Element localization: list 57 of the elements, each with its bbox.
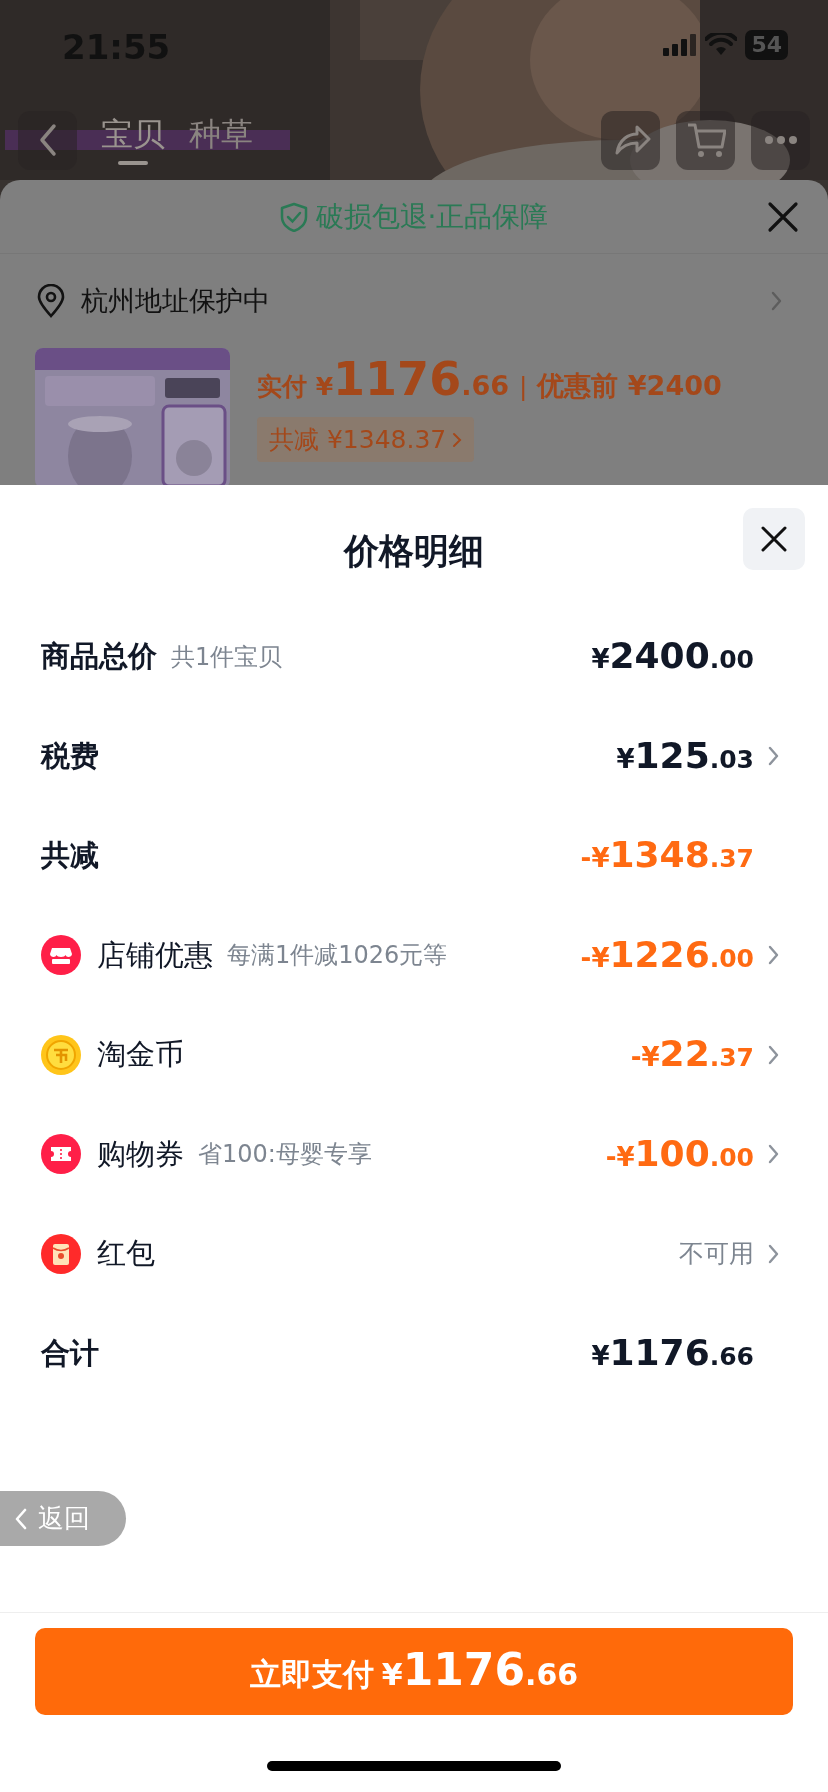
envelope-icon [41, 1233, 81, 1274]
original-price: 优惠前 ¥2400 [537, 369, 722, 403]
signal-icon [663, 34, 698, 56]
amount-text: -¥22.37 [630, 1032, 754, 1077]
battery-indicator: 54 [745, 30, 788, 60]
nav-tab[interactable]: 宝贝 [93, 114, 173, 166]
chevron-right-icon[interactable] [768, 746, 780, 767]
row-label: 商品总价 [41, 638, 157, 675]
back-button[interactable]: 返回 [0, 1491, 126, 1546]
chevron-right-icon[interactable] [768, 1144, 780, 1165]
row-label: 淘金币 [97, 1036, 184, 1073]
row-note: 共1件宝贝 [171, 641, 283, 673]
more-icon [764, 136, 797, 144]
chevron-right-icon[interactable] [768, 1243, 780, 1264]
amount-text: -¥1226.00 [580, 932, 754, 977]
row-label: 购物券 [97, 1135, 184, 1173]
back-icon [37, 123, 58, 157]
row-label: 税费 [41, 737, 99, 775]
back-button[interactable] [18, 110, 77, 170]
amount-text: -¥1348.37 [580, 833, 754, 878]
more-button[interactable] [751, 110, 810, 170]
close-button[interactable] [743, 508, 805, 570]
cart-button[interactable] [676, 110, 735, 170]
row-note: 省100:母婴专享 [198, 1139, 372, 1171]
address-text: 杭州地址保护中 [81, 283, 270, 318]
coin-icon [41, 1034, 81, 1075]
row-label: 合计 [41, 1334, 99, 1372]
paid-price: 实付 ¥1176.66 [257, 354, 509, 407]
share-button[interactable] [601, 110, 660, 170]
ticket-icon [41, 1134, 81, 1175]
wifi-icon [705, 33, 738, 57]
amount-text: ¥2400.00 [591, 634, 754, 679]
separator-text: | [519, 371, 528, 403]
close-icon [766, 200, 800, 234]
row-label: 共减 [41, 837, 99, 874]
chevron-right-icon[interactable] [768, 1044, 780, 1065]
back-icon [14, 1506, 28, 1531]
row-label: 店铺优惠 [97, 936, 213, 974]
guarantee-text: 破损包退·正品保障 [315, 198, 549, 235]
pay-button[interactable]: 立即支付 ¥1176.66 [35, 1628, 793, 1715]
chevron-right-icon[interactable] [768, 945, 780, 966]
chevron-right-icon [771, 291, 783, 311]
amount-text: ¥125.03 [616, 733, 754, 778]
address-row[interactable]: 杭州地址保护中 [0, 254, 828, 348]
cart-icon [685, 121, 726, 159]
shield-icon [279, 201, 308, 232]
row-note: 每满1件减1026元等 [227, 940, 448, 972]
sheet-title: 价格明细 [344, 530, 484, 573]
status-text: 不可用 [679, 1239, 754, 1268]
chevron-right-icon [452, 431, 463, 448]
nav-tab[interactable]: 种草 [181, 114, 261, 166]
store-icon [41, 935, 81, 976]
location-pin-icon [37, 284, 65, 318]
amount-text: -¥100.00 [605, 1131, 754, 1176]
close-icon [760, 525, 788, 553]
amount-text: ¥1176.66 [591, 1330, 754, 1375]
row-label: 红包 [97, 1235, 155, 1272]
